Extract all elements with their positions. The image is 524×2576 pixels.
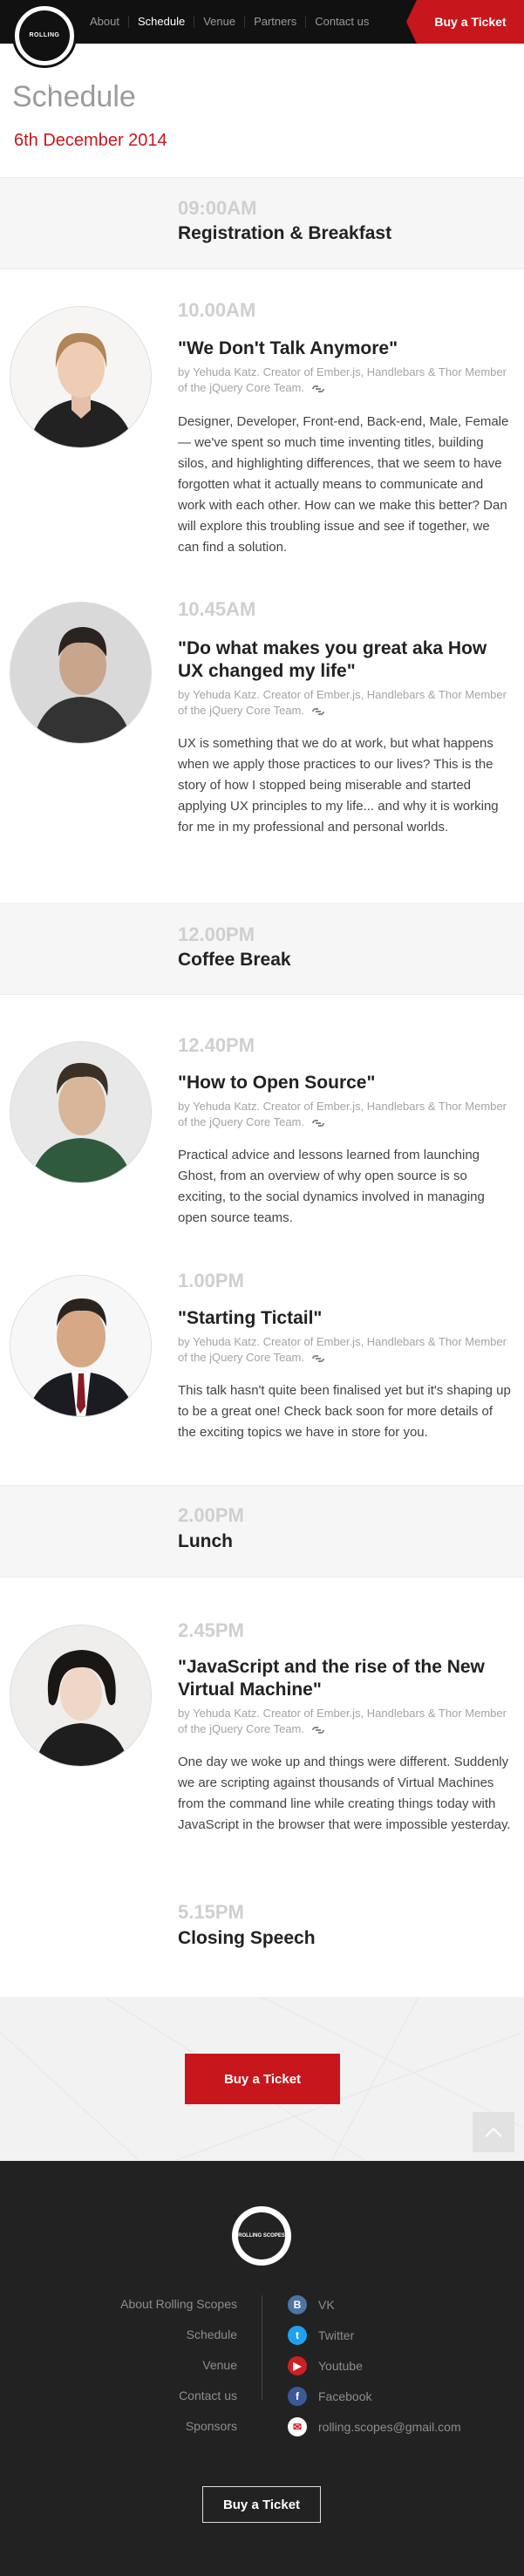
session-title: "Do what makes you great aka How UX chan…	[178, 638, 487, 681]
session-title: Lunch	[178, 1531, 233, 1551]
speaker-meta-text: by Yehuda Katz. Creator of Ember.js, Han…	[178, 365, 507, 394]
social-email[interactable]: ✉ rolling.scopes@gmail.com	[288, 2417, 461, 2448]
speaker-photo	[10, 1042, 151, 1182]
logo-text: ROLLING SCOPES	[19, 10, 70, 89]
session-description: One day we woke up and things were diffe…	[178, 1755, 511, 1832]
buy-ticket-button[interactable]: Buy a Ticket	[185, 2054, 340, 2104]
social-label: rolling.scopes@gmail.com	[318, 2420, 461, 2434]
footer-buy-ticket-button[interactable]: Buy a Ticket	[202, 2486, 321, 2523]
session-title: "How to Open Source"	[178, 1073, 376, 1093]
speaker-avatar	[10, 1625, 152, 1767]
buy-ticket-header-button[interactable]: Buy a Ticket	[406, 0, 524, 44]
nav-contact[interactable]: Contact us	[306, 16, 378, 28]
session-time: 2.45PM	[178, 1619, 244, 1641]
footer-logo-text: ROLLING SCOPES	[238, 2212, 285, 2259]
speaker-meta-text: by Yehuda Katz. Creator of Ember.js, Han…	[178, 1335, 507, 1364]
youtube-icon: ▶	[288, 2356, 307, 2375]
scroll-top-button[interactable]	[473, 2112, 514, 2152]
social-label: VK	[318, 2298, 335, 2312]
email-icon: ✉	[288, 2417, 307, 2436]
twitter-icon: t	[288, 2326, 307, 2345]
social-vk[interactable]: B VK	[288, 2295, 461, 2326]
session-time: 09:00AM	[178, 197, 257, 219]
footer-link-contact[interactable]: Contact us	[52, 2387, 237, 2417]
session-description: UX is something that we do at work, but …	[178, 736, 499, 835]
vk-icon: B	[288, 2295, 307, 2314]
footer-links: About Rolling Scopes Schedule Venue Cont…	[52, 2295, 237, 2448]
session-time: 12.40PM	[178, 1034, 255, 1056]
session-speaker-meta: by Yehuda Katz. Creator of Ember.js, Han…	[178, 687, 509, 719]
session-title: Registration & Breakfast	[178, 223, 392, 243]
speaker-meta-text: by Yehuda Katz. Creator of Ember.js, Han…	[178, 1100, 507, 1128]
social-label: Twitter	[318, 2328, 355, 2342]
social-youtube[interactable]: ▶ Youtube	[288, 2356, 461, 2387]
nav-schedule[interactable]: Schedule	[129, 16, 195, 28]
link-icon[interactable]	[311, 1725, 325, 1735]
link-icon[interactable]	[311, 1353, 325, 1364]
footer-link-about[interactable]: About Rolling Scopes	[52, 2295, 237, 2326]
session-description: Designer, Developer, Front-end, Back-end…	[178, 414, 509, 555]
session-description: This talk hasn't quite been finalised ye…	[178, 1383, 511, 1440]
speaker-meta-text: by Yehuda Katz. Creator of Ember.js, Han…	[178, 688, 507, 717]
footer-link-sponsors[interactable]: Sponsors	[52, 2417, 237, 2448]
speaker-avatar	[10, 1041, 152, 1183]
session-title: Closing Speech	[178, 1928, 316, 1948]
session-description: Practical advice and lessons learned fro…	[178, 1148, 485, 1225]
session-time: 12.00PM	[178, 923, 255, 945]
session-title: Coffee Break	[178, 950, 291, 970]
link-icon[interactable]	[311, 384, 325, 394]
footer-link-schedule[interactable]: Schedule	[52, 2326, 237, 2356]
session-speaker-meta: by Yehuda Katz. Creator of Ember.js, Han…	[178, 1706, 509, 1737]
site-logo[interactable]: ROLLING SCOPES	[12, 3, 77, 89]
link-icon[interactable]	[311, 1118, 325, 1128]
footer-link-venue[interactable]: Venue	[52, 2356, 237, 2387]
session-time: 5.15PM	[178, 1901, 244, 1923]
main-nav: About Schedule Venue Partners Contact us	[81, 0, 378, 44]
speaker-photo	[10, 1625, 151, 1766]
social-label: Facebook	[318, 2389, 372, 2403]
session-speaker-meta: by Yehuda Katz. Creator of Ember.js, Han…	[178, 1334, 509, 1366]
session-time: 10.45AM	[178, 598, 256, 620]
speaker-photo	[10, 603, 151, 743]
session-title: "JavaScript and the rise of the New Virt…	[178, 1657, 485, 1700]
session-title: "We Don't Talk Anymore"	[178, 338, 398, 358]
social-twitter[interactable]: t Twitter	[288, 2326, 461, 2356]
social-facebook[interactable]: f Facebook	[288, 2387, 461, 2417]
chevron-up-icon	[485, 2127, 502, 2137]
event-date: 6th December 2014	[14, 131, 167, 150]
social-links: B VK t Twitter ▶ Youtube f Facebook ✉ ro…	[288, 2295, 461, 2448]
link-icon[interactable]	[311, 706, 325, 717]
speaker-photo	[10, 1276, 151, 1416]
speaker-avatar	[10, 602, 152, 744]
nav-about[interactable]: About	[81, 16, 129, 28]
session-title: "Starting Tictail"	[178, 1308, 323, 1328]
session-time: 1.00PM	[178, 1270, 244, 1291]
session-time: 10.00AM	[178, 299, 256, 321]
session-time: 2.00PM	[178, 1504, 244, 1526]
nav-partners[interactable]: Partners	[245, 16, 307, 28]
nav-venue[interactable]: Venue	[194, 16, 246, 28]
footer-logo[interactable]: ROLLING SCOPES	[232, 2206, 291, 2266]
speaker-avatar	[10, 306, 152, 448]
session-speaker-meta: by Yehuda Katz. Creator of Ember.js, Han…	[178, 1099, 509, 1130]
speaker-photo	[10, 307, 151, 447]
speaker-avatar	[10, 1275, 152, 1417]
session-speaker-meta: by Yehuda Katz. Creator of Ember.js, Han…	[178, 365, 509, 396]
facebook-icon: f	[288, 2387, 307, 2406]
social-label: Youtube	[318, 2359, 363, 2373]
speaker-meta-text: by Yehuda Katz. Creator of Ember.js, Han…	[178, 1707, 507, 1735]
